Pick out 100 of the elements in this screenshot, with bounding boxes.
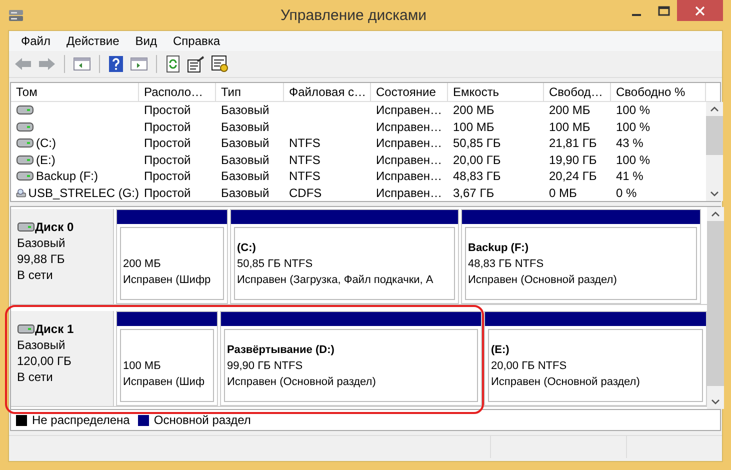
partition-block[interactable]: Развёртывание (D:) 99,90 ГБ NTFS Исправен (Основной раздел) <box>220 311 482 406</box>
table-cell: 3,67 ГБ <box>453 186 494 200</box>
column-header[interactable]: Тип <box>216 83 284 101</box>
table-cell: 20,00 ГБ <box>453 152 501 167</box>
table-cell: 100 МБ <box>549 120 590 134</box>
drive-icon <box>16 171 34 182</box>
table-cell: Базовый <box>221 103 270 118</box>
table-cell: 41 % <box>616 169 644 184</box>
menu-item[interactable]: Справка <box>165 34 228 48</box>
table-cell: Исправен… <box>376 120 442 134</box>
panel-icon[interactable] <box>130 56 148 72</box>
table-cell: Простой <box>144 136 191 150</box>
table-cell: NTFS <box>289 136 320 150</box>
partition-block[interactable]: 200 МБ Исправен (Шифр <box>116 209 228 304</box>
disk-name: Диск 0 <box>35 219 74 235</box>
partition-size: 48,83 ГБ NTFS <box>468 256 544 272</box>
table-cell: 50,85 ГБ <box>453 136 501 150</box>
disk-status: В сети <box>17 267 54 283</box>
partition-name: (C:) <box>237 240 256 256</box>
table-cell: (C:) <box>36 136 56 150</box>
table-cell: Базовый <box>221 136 270 150</box>
disk-type: Базовый <box>17 235 66 251</box>
table-cell: Простой <box>144 186 191 200</box>
table-cell: Исправен… <box>376 152 442 167</box>
column-header[interactable]: Располо… <box>139 83 216 101</box>
drive-icon <box>17 324 35 334</box>
close-icon <box>695 6 705 16</box>
partition-name: Backup (F:) <box>468 240 528 256</box>
legend-label: Не распределена <box>32 413 130 427</box>
partition-block[interactable]: (C:) 50,85 ГБ NTFS Исправен (Загрузка, Файл подкачки, А <box>230 209 459 304</box>
maximize-icon <box>658 6 670 16</box>
table-cell: NTFS <box>289 169 320 184</box>
table-cell: 100 МБ <box>453 120 494 134</box>
column-header[interactable]: Файловая с… <box>284 83 371 101</box>
refresh-icon[interactable] <box>165 55 181 73</box>
table-cell: 200 МБ <box>549 103 590 118</box>
table-cell: Backup (F:) <box>36 169 98 184</box>
table-cell: Базовый <box>221 120 270 134</box>
table-cell: Базовый <box>221 186 270 200</box>
table-cell: (E:) <box>36 152 56 167</box>
table-cell: 48,83 ГБ <box>453 169 501 184</box>
partition-status: Исправен (Шиф <box>123 374 205 390</box>
table-cell: 100 % <box>616 103 650 118</box>
scrollbar-thumb[interactable] <box>707 221 724 386</box>
panel-icon[interactable] <box>73 56 91 72</box>
partition-status: Исправен (Основной раздел) <box>468 272 617 288</box>
help-icon[interactable] <box>108 55 124 73</box>
drive-icon <box>16 138 34 148</box>
legend-label: Основной раздел <box>154 413 251 427</box>
close-button[interactable] <box>677 0 723 21</box>
table-cell: Базовый <box>221 169 270 184</box>
table-cell: Базовый <box>221 152 270 167</box>
drive-icon <box>16 122 34 132</box>
table-cell: Исправен… <box>376 136 442 150</box>
disk-size: 120,00 ГБ <box>17 353 72 369</box>
table-cell: Простой <box>144 103 191 118</box>
table-cell: Простой <box>144 120 191 134</box>
table-cell: 20,24 ГБ <box>549 169 597 184</box>
table-cell: 0 МБ <box>549 186 577 200</box>
column-header[interactable]: Свобод… <box>544 83 611 101</box>
partition-status: Исправен (Основной раздел) <box>491 374 640 390</box>
table-cell: CDFS <box>289 186 322 200</box>
disk-size: 99,88 ГБ <box>17 251 66 267</box>
table-cell: USB_STRELEC (G:) <box>28 186 139 200</box>
properties-icon[interactable] <box>187 55 205 73</box>
drive-icon <box>16 154 34 165</box>
partition-block[interactable]: Backup (F:) 48,83 ГБ NTFS Исправен (Основной раздел) <box>461 209 701 304</box>
partition-name: (E:) <box>491 342 510 358</box>
scrollbar-thumb[interactable] <box>706 116 723 156</box>
column-header[interactable]: Свободно % <box>611 83 706 101</box>
partition-status: Исправен (Основной раздел) <box>227 374 376 390</box>
drive-icon <box>16 105 34 116</box>
table-cell: 43 % <box>616 136 644 150</box>
table-cell: NTFS <box>289 152 320 167</box>
settings-icon[interactable] <box>211 55 229 73</box>
disk-management-icon <box>8 7 24 23</box>
scroll-down-icon[interactable] <box>711 399 720 405</box>
table-cell: 100 % <box>616 120 650 134</box>
table-cell: 200 МБ <box>453 103 494 118</box>
scroll-down-icon[interactable] <box>710 191 719 197</box>
menu-item[interactable]: Вид <box>127 34 165 48</box>
table-cell: Исправен… <box>376 186 442 200</box>
partition-status: Исправен (Шифр <box>123 272 211 288</box>
column-header[interactable]: Том <box>11 83 139 101</box>
column-header[interactable]: Емкость <box>448 83 544 101</box>
table-cell: 19,90 ГБ <box>549 152 597 167</box>
partition-block[interactable]: (E:) 20,00 ГБ NTFS Исправен (Основной раздел) <box>484 311 707 406</box>
drive-icon <box>17 222 35 232</box>
table-cell: 0 % <box>616 186 637 200</box>
table-cell: Простой <box>144 152 191 167</box>
menu-item[interactable]: Действие <box>58 34 128 48</box>
disk-status: В сети <box>17 369 54 385</box>
partition-size: 200 МБ <box>123 256 161 272</box>
scroll-up-icon[interactable] <box>710 106 719 112</box>
column-header[interactable]: Состояние <box>371 83 448 101</box>
table-cell: Исправен… <box>376 103 442 118</box>
menu-item[interactable]: Файл <box>13 34 59 48</box>
scroll-up-icon[interactable] <box>711 211 720 217</box>
partition-block[interactable]: 100 МБ Исправен (Шиф <box>116 311 218 406</box>
table-cell: Простой <box>144 169 191 184</box>
